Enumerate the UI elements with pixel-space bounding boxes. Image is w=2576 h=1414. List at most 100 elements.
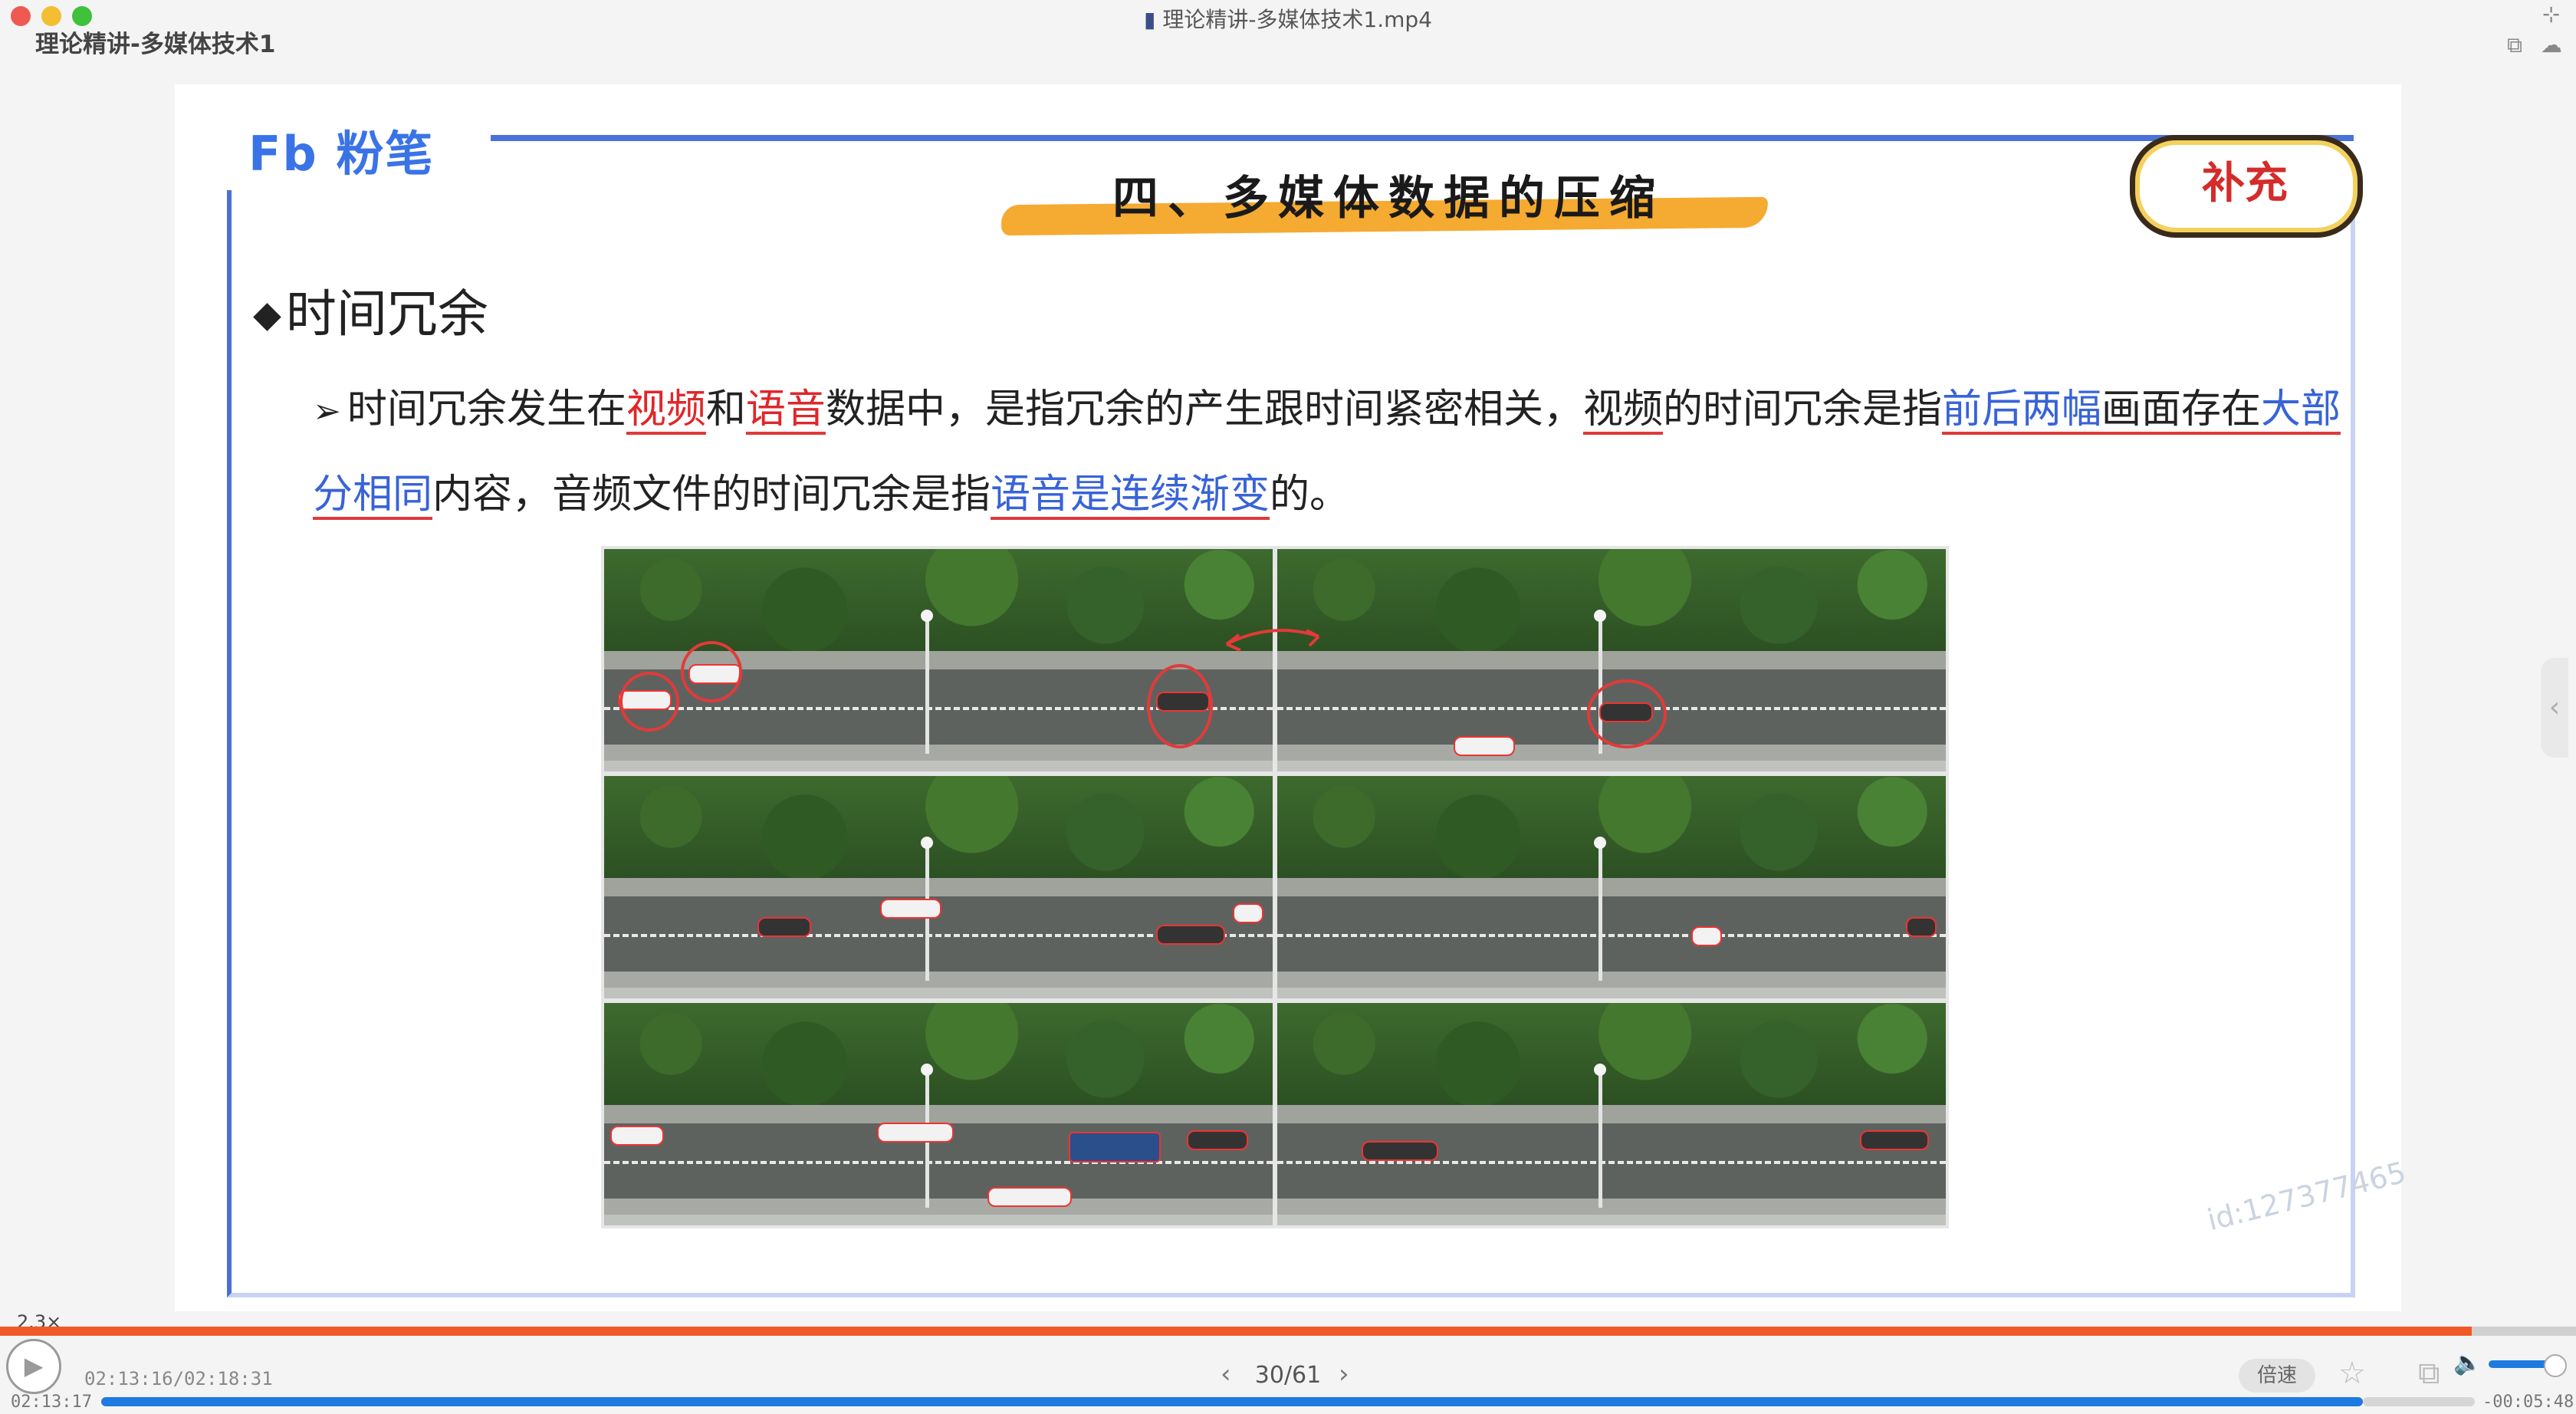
volume-knob[interactable] — [2544, 1354, 2567, 1377]
car — [610, 1126, 664, 1146]
para-seg: 和 — [705, 386, 746, 432]
lane-line — [604, 1160, 1273, 1164]
trees — [1277, 1003, 1946, 1106]
frame-caption — [1277, 1215, 1946, 1225]
annotation-circle — [619, 672, 679, 732]
para-seg-audio: 语音 — [745, 386, 826, 432]
car — [757, 917, 811, 937]
pin-icon[interactable]: ⊹ — [2542, 2, 2560, 27]
body-paragraph: ➢ 时间冗余发生在视频和语音数据中，是指冗余的产生跟时间紧密相关，视频的时间冗余是… — [313, 368, 2352, 536]
arrow-bullet-icon: ➢ — [313, 392, 341, 431]
car — [1156, 925, 1225, 945]
lane-line — [1277, 933, 1946, 937]
car — [1906, 917, 1937, 937]
chevron-left-icon: ‹ — [2548, 692, 2561, 723]
trees — [604, 1003, 1273, 1106]
annotation-circle — [1147, 664, 1213, 748]
lamp-pole — [920, 610, 933, 754]
trees — [604, 776, 1273, 879]
trees — [604, 549, 1273, 652]
car — [877, 1123, 954, 1143]
badge-text: 补充 — [2202, 158, 2288, 209]
frame-caption — [1277, 988, 1946, 998]
para-seg-video: 视频 — [626, 386, 706, 432]
kerb — [1277, 1105, 1946, 1123]
remaining-time: -00:05:48 — [2482, 1393, 2574, 1412]
lamp-pole — [1593, 1064, 1606, 1208]
page-counter: 30/61 — [1254, 1362, 1322, 1389]
kerb — [604, 878, 1273, 896]
frame-caption — [604, 988, 1273, 998]
course-title: 理论精讲-多媒体技术1 — [35, 31, 276, 58]
fenbi-logo: Fb 粉笔 — [248, 126, 435, 182]
frame-caption — [604, 1215, 1273, 1225]
title-rule — [491, 135, 2354, 141]
window-title-text: 理论精讲-多媒体技术1.mp4 — [1162, 7, 1432, 32]
elapsed-time: 02:13:17 — [11, 1393, 92, 1412]
chapter-progress-rest — [2472, 1327, 2576, 1336]
para-seg: 内容，音频文件的时间冗余是指 — [432, 472, 991, 518]
frame-caption — [1277, 761, 1946, 771]
video-frame — [604, 549, 1273, 771]
para-seg-adjacent-frames: 前后两幅 — [1941, 386, 2101, 432]
para-seg: 的时间冗余是指 — [1662, 386, 1942, 432]
para-seg: 数据中，是指冗余的产生跟时间紧密相关， — [825, 386, 1583, 432]
volume-icon[interactable]: 🔈 — [2453, 1350, 2482, 1376]
cast-icon[interactable]: ☁ — [2541, 32, 2562, 58]
slide: Fb 粉笔 四、多媒体数据的压缩 补充 ◆时间冗余 ➢ 时间冗余发生在视频和语音数… — [175, 84, 2409, 1311]
annotation-circle — [1587, 679, 1667, 748]
screen-icon[interactable]: ⧉ — [2418, 1356, 2440, 1391]
video-frame — [1277, 1003, 1946, 1225]
car — [987, 1187, 1072, 1207]
annotation-arrow — [1225, 629, 1320, 652]
para-seg-video-2: 视频 — [1582, 386, 1663, 432]
frame-caption — [604, 761, 1273, 771]
annotation-circle — [681, 641, 742, 702]
lane-line — [1277, 1160, 1946, 1164]
next-page-button[interactable]: › — [1339, 1359, 1349, 1389]
seek-bar-remaining[interactable] — [2363, 1397, 2475, 1406]
video-frame — [1277, 549, 1946, 771]
video-frame — [604, 1003, 1273, 1225]
kerb — [604, 1105, 1273, 1123]
video-frame — [1277, 776, 1946, 998]
car — [1860, 1130, 1929, 1150]
diamond-bullet-icon: ◆ — [253, 293, 281, 336]
car — [880, 899, 941, 919]
seek-bar[interactable] — [101, 1397, 2363, 1406]
player-controls: 2.3× ▶ 02:13:16/02:18:31 ‹ 30/61 › 倍速 ☆ … — [0, 1311, 2576, 1414]
lamp-pole — [1593, 837, 1606, 981]
para-seg-continuous: 语音是连续渐变 — [991, 472, 1270, 518]
chevron-right-icon: › — [1339, 1359, 1349, 1389]
para-seg: 画面存在 — [2101, 386, 2262, 432]
play-icon: ▶ — [24, 1351, 44, 1380]
car — [1233, 903, 1263, 923]
supplement-badge: 补充 — [2114, 120, 2367, 242]
trees — [1277, 776, 1946, 879]
time-readout: 02:13:16/02:18:31 — [84, 1368, 273, 1389]
slide-title-block: 四、多媒体数据的压缩 — [986, 153, 1791, 245]
play-pause-button[interactable]: ▶ — [6, 1339, 61, 1394]
window-title: ▮ 理论精讲-多媒体技术1.mp4 — [0, 3, 2576, 34]
para-seg: 的。 — [1270, 472, 1350, 518]
section-heading-text: 时间冗余 — [285, 284, 488, 344]
mini-player-icon[interactable]: ⧉ — [2507, 32, 2522, 58]
car — [1691, 926, 1722, 946]
section-heading: ◆时间冗余 — [253, 273, 488, 347]
para-seg: 时间冗余发生在 — [347, 386, 626, 432]
star-icon[interactable]: ☆ — [2338, 1356, 2366, 1391]
slide-title: 四、多媒体数据的压缩 — [1112, 172, 1664, 225]
playback-speed-button[interactable]: 倍速 — [2239, 1359, 2315, 1393]
side-panel-toggle[interactable]: ‹ — [2541, 658, 2568, 758]
kerb — [1277, 878, 1946, 896]
chapter-progress — [0, 1327, 2472, 1336]
video-file-icon: ▮ — [1143, 7, 1156, 32]
car — [1454, 736, 1515, 756]
trees — [1277, 549, 1946, 652]
car — [1362, 1141, 1438, 1161]
truck — [1069, 1132, 1161, 1162]
kerb — [1277, 651, 1946, 669]
title-bar: ▮ 理论精讲-多媒体技术1.mp4 理论精讲-多媒体技术1 ⊹ ⧉ ☁ — [0, 0, 2576, 84]
video-frame — [604, 776, 1273, 998]
car — [1187, 1130, 1248, 1150]
